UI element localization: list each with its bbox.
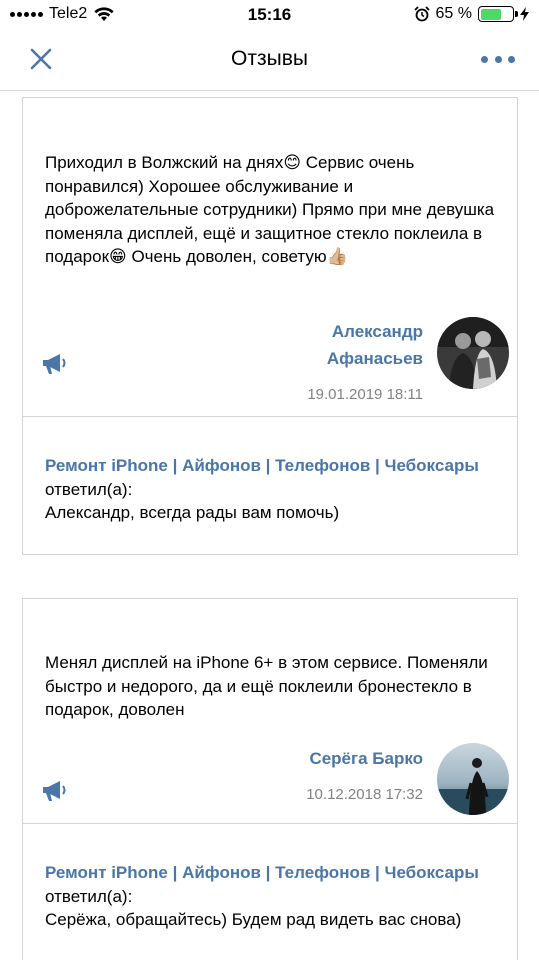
card-separator [23, 416, 517, 417]
megaphone-icon[interactable] [40, 352, 68, 376]
reply-company[interactable]: Ремонт iPhone | Айфонов | Телефонов | Че… [45, 861, 505, 885]
status-right: 65 % [413, 5, 529, 23]
more-dots-icon[interactable] [481, 46, 515, 72]
battery-icon [478, 6, 518, 22]
reply-company[interactable]: Ремонт iPhone | Айфонов | Телефонов | Че… [45, 454, 505, 478]
review-date: 19.01.2019 18:11 [307, 386, 423, 403]
avatar[interactable] [437, 317, 509, 389]
alarm-icon [413, 6, 430, 22]
author-first-name[interactable]: Александр [327, 318, 423, 345]
review-text: Приходил в Волжский на днях😊 Сервис очен… [45, 153, 495, 266]
nav-bar: Отзывы [0, 32, 539, 90]
page-title: Отзывы [231, 47, 308, 70]
author-name[interactable]: Серёга Барко [309, 745, 423, 772]
reply-verb: ответил(а): [45, 886, 133, 906]
reply-text: Александр, всегда рады вам помочь) [45, 503, 340, 522]
reply-verb: ответил(а): [45, 479, 133, 499]
review-card: Менял дисплей на iPhone 6+ в этом сервис… [22, 598, 518, 960]
review-date: 10.12.2018 17:32 [306, 786, 423, 803]
author-name[interactable]: Александр Афанасьев [327, 318, 423, 372]
battery-percent: 65 % [435, 5, 472, 22]
charging-icon [520, 7, 529, 21]
reply-block: Ремонт iPhone | Айфонов | Телефонов | Че… [45, 454, 505, 525]
reply-text: Серёжа, обращайтесь) Будем рад видеть ва… [45, 910, 462, 929]
avatar[interactable] [437, 743, 509, 815]
megaphone-icon[interactable] [40, 779, 68, 803]
status-bar: Tele2 15:16 65 % [0, 0, 539, 32]
reply-block: Ремонт iPhone | Айфонов | Телефонов | Че… [45, 861, 505, 932]
review-card: Приходил в Волжский на днях😊 Сервис очен… [22, 97, 518, 555]
review-text: Менял дисплей на iPhone 6+ в этом сервис… [45, 653, 488, 719]
card-separator [23, 823, 517, 824]
header-divider [0, 90, 539, 91]
author-last-name[interactable]: Афанасьев [327, 345, 423, 372]
